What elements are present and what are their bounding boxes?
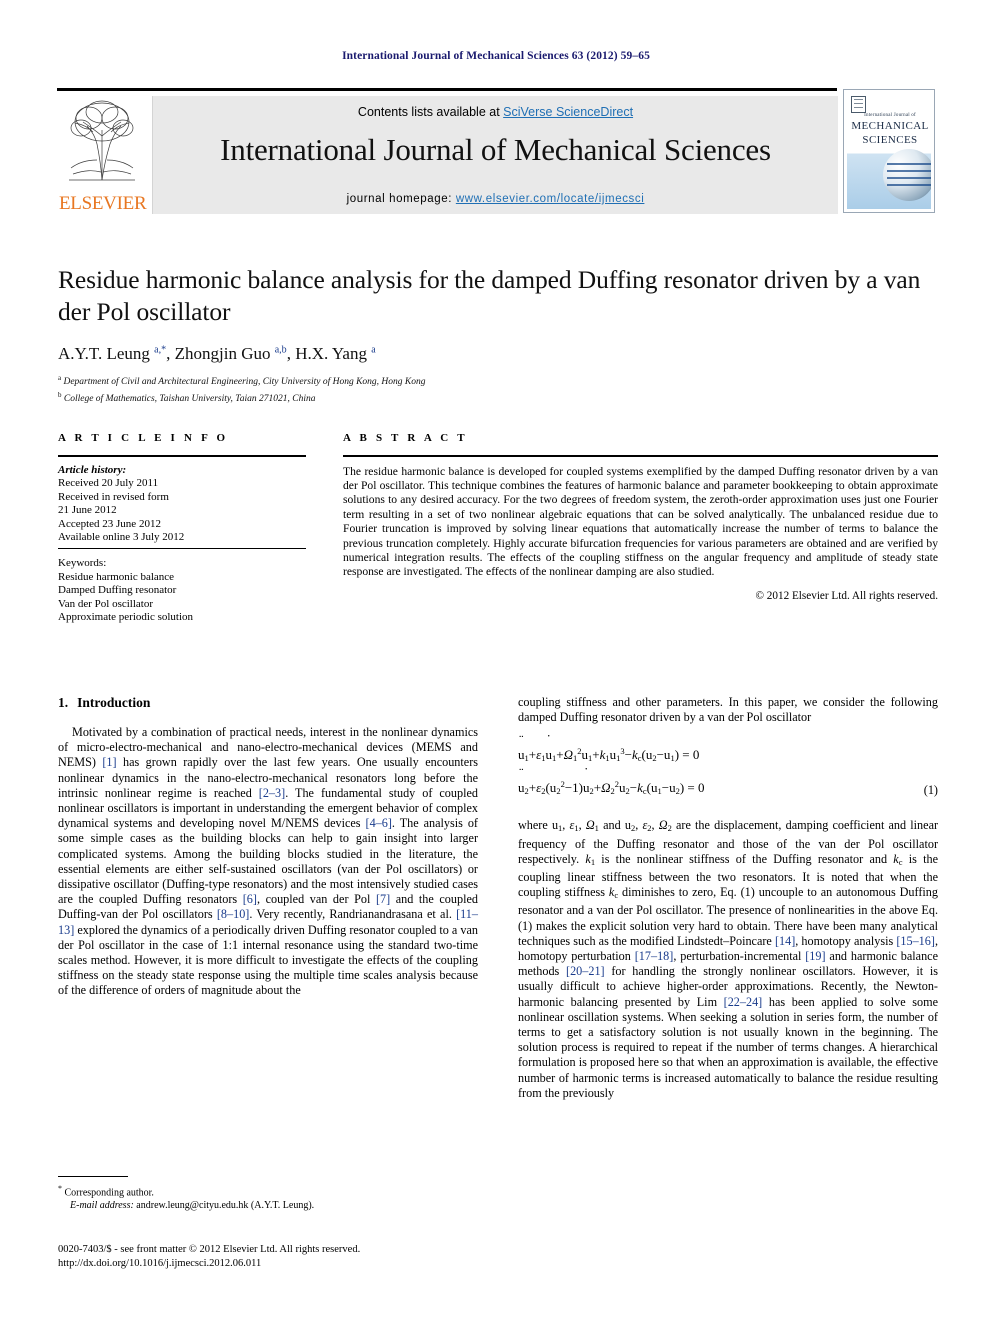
footnote-area: * Corresponding author. E-mail address: …	[58, 1176, 478, 1212]
keyword-item: Van der Pol oscillator	[58, 597, 154, 610]
intro-paragraph-1: Motivated by a combination of practical …	[58, 725, 478, 998]
keywords-block: Keywords: Residue harmonic balance Dampe…	[58, 557, 306, 625]
keyword-item: Residue harmonic balance	[58, 570, 175, 583]
affiliation-a: a Department of Civil and Architectural …	[58, 374, 426, 388]
cover-supra-title: International Journal of	[864, 113, 916, 118]
equation-1-number: (1)	[923, 783, 938, 798]
tree-icon-svg	[69, 100, 135, 181]
history-item: Received 20 July 2011	[58, 477, 159, 490]
elsevier-logo: ELSEVIER	[59, 96, 147, 214]
journal-cover-thumbnail: International Journal of MECHANICAL SCIE…	[843, 89, 935, 213]
history-item: Accepted 23 June 2012	[58, 517, 161, 530]
masthead-panel: Contents lists available at SciVerse Sci…	[152, 96, 838, 214]
keywords-rule	[58, 548, 306, 550]
equation-1-line-2-content: u2+ε2(u22−1)u2+Ω22u2−kc(u1−u2) = 0	[518, 779, 705, 796]
imprint-block: 0020-7403/$ - see front matter © 2012 El…	[58, 1243, 558, 1271]
affiliation-b-text: College of Mathematics, Taishan Universi…	[63, 393, 316, 404]
elsevier-mark-icon	[851, 96, 866, 113]
keyword-item: Damped Duffing resonator	[58, 584, 177, 597]
right-paragraph-1: coupling stiffness and other parameters.…	[518, 695, 938, 725]
abstract-column: A B S T R A C T The residue harmonic bal…	[343, 432, 938, 602]
page-title: Residue harmonic balance analysis for th…	[58, 265, 921, 326]
history-item: Available online 3 July 2012	[58, 531, 185, 544]
email-label: E-mail address:	[70, 1200, 134, 1212]
article-history: Article history: Received 20 July 2011 R…	[58, 464, 306, 546]
keyword-item: Approximate periodic solution	[58, 611, 194, 624]
journal-homepage-link[interactable]: www.elsevier.com/locate/ijmecsci	[456, 193, 645, 205]
right-paragraph-2: where u1, ε1, Ω1 and u2, ε2, Ω2 are the …	[518, 818, 939, 1100]
doi-link[interactable]: http://dx.doi.org/10.1016/j.ijmecsci.201…	[58, 1258, 261, 1269]
footnote-rule	[58, 1176, 128, 1177]
elsevier-tree-icon	[63, 96, 141, 188]
equation-1-line-1: u1+ε1u1+Ω12u1+k1u13−kc(u2−u1) = 0	[518, 738, 938, 771]
article-info-rule	[58, 455, 306, 457]
equation-1-block: u1+ε1u1+Ω12u1+k1u13−kc(u2−u1) = 0 u2+ε2(…	[518, 738, 938, 804]
contents-prefix: Contents lists available at	[357, 105, 504, 119]
affiliations: a Department of Civil and Architectural …	[58, 372, 938, 405]
section-number: 1.	[58, 695, 69, 710]
abstract-text: The residue harmonic balance is develope…	[343, 464, 938, 579]
abstract-heading: A B S T R A C T	[343, 432, 468, 444]
affiliation-b: b College of Mathematics, Taishan Univer…	[58, 390, 316, 404]
cover-title-line2: SCIENCES	[862, 134, 918, 146]
journal-cover-art: International Journal of MECHANICAL SCIE…	[847, 93, 931, 209]
imprint-line-1: 0020-7403/$ - see front matter © 2012 El…	[58, 1244, 361, 1255]
contents-line: Contents lists available at SciVerse Sci…	[153, 105, 838, 119]
footnote-email: E-mail address: andrew.leung@cityu.edu.h…	[58, 1199, 478, 1212]
keywords-label: Keywords:	[58, 557, 107, 570]
section-heading-introduction: 1. Introduction	[58, 695, 478, 711]
footnote-asterisk: *	[58, 1184, 62, 1193]
footnote-corresponding-author: * Corresponding author.	[58, 1182, 478, 1199]
cover-topic-lines	[887, 163, 931, 191]
history-item: Received in revised form	[58, 490, 169, 503]
cover-title-line1: MECHANICAL	[851, 120, 929, 132]
email-link[interactable]: andrew.leung@cityu.edu.hk (A.Y.T. Leung)…	[136, 1200, 314, 1211]
elsevier-wordmark: ELSEVIER	[59, 193, 147, 214]
journal-homepage-line: journal homepage: www.elsevier.com/locat…	[153, 193, 838, 205]
paper-page: International Journal of Mechanical Scie…	[0, 0, 992, 1323]
abstract-rule	[343, 455, 938, 457]
journal-masthead: ELSEVIER Contents lists available at Sci…	[57, 88, 935, 216]
equation-1-line-2: u2+ε2(u22−1)u2+Ω22u2−kc(u1−u2) = 0 (1)	[518, 771, 938, 804]
masthead-top-rule	[57, 88, 837, 91]
title-block: Residue harmonic balance analysis for th…	[58, 264, 938, 405]
info-abstract-band: A R T I C L E I N F O Article history: R…	[58, 432, 938, 662]
body-column-right: coupling stiffness and other parameters.…	[518, 695, 938, 1101]
corresponding-author-text: Corresponding author.	[64, 1187, 154, 1199]
article-history-label: Article history:	[58, 463, 127, 476]
sciencedirect-link[interactable]: SciVerse ScienceDirect	[503, 105, 633, 119]
section-title: Introduction	[77, 695, 151, 710]
abstract-copyright: © 2012 Elsevier Ltd. All rights reserved…	[755, 589, 939, 602]
history-item: 21 June 2012	[58, 504, 117, 517]
running-head: International Journal of Mechanical Scie…	[342, 50, 650, 62]
journal-title: International Journal of Mechanical Scie…	[220, 132, 771, 167]
article-info-column: A R T I C L E I N F O Article history: R…	[58, 432, 306, 625]
author-list: A.Y.T. Leung a,*, Zhongjin Guo a,b, H.X.…	[58, 344, 376, 363]
imprint-line-2: http://dx.doi.org/10.1016/j.ijmecsci.201…	[58, 1257, 558, 1271]
article-info-heading: A R T I C L E I N F O	[58, 432, 229, 444]
body-column-left: 1. Introduction Motivated by a combinatio…	[58, 695, 478, 999]
homepage-prefix: journal homepage:	[346, 193, 456, 205]
affiliation-a-text: Department of Civil and Architectural En…	[63, 377, 426, 388]
